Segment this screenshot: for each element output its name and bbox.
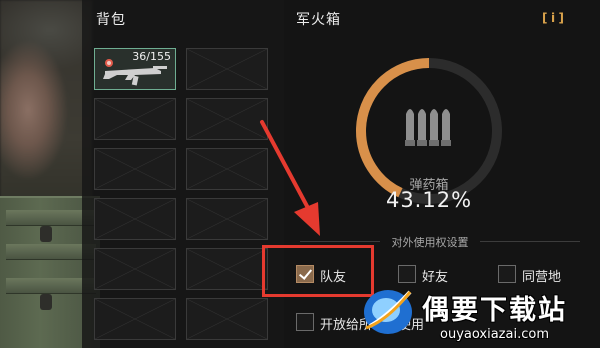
watermark-url: ouyaoxiazai.com <box>440 327 549 342</box>
bag-slot[interactable] <box>186 298 268 340</box>
gauge-percentage: 43.12% <box>385 188 473 212</box>
info-icon: i <box>550 11 556 25</box>
watermark-logo-icon <box>364 290 412 334</box>
backpack-title: 背包 <box>96 12 126 28</box>
arrow-pointer-icon <box>260 120 320 236</box>
bullets-icon <box>405 109 451 146</box>
checkbox-friends[interactable] <box>398 265 416 283</box>
checkbox-open-to-all[interactable] <box>296 313 314 331</box>
weapon-slot-rifle[interactable]: 36/155 <box>94 48 176 90</box>
bag-slot[interactable] <box>94 298 176 340</box>
bag-slot[interactable] <box>94 148 176 190</box>
rifle-icon <box>103 59 167 86</box>
bag-slot[interactable] <box>186 48 268 90</box>
label-friends: 好友 <box>422 270 449 285</box>
info-button[interactable]: i <box>542 10 564 26</box>
supply-box-title: 军火箱 <box>296 12 341 28</box>
label-same-camp: 同营地 <box>522 270 562 285</box>
bag-slot[interactable] <box>94 98 176 140</box>
bag-slot[interactable] <box>94 248 176 290</box>
checkbox-same-camp[interactable] <box>498 265 516 283</box>
bag-slot[interactable] <box>94 198 176 240</box>
watermark-title: 偶要下载站 <box>422 295 567 326</box>
